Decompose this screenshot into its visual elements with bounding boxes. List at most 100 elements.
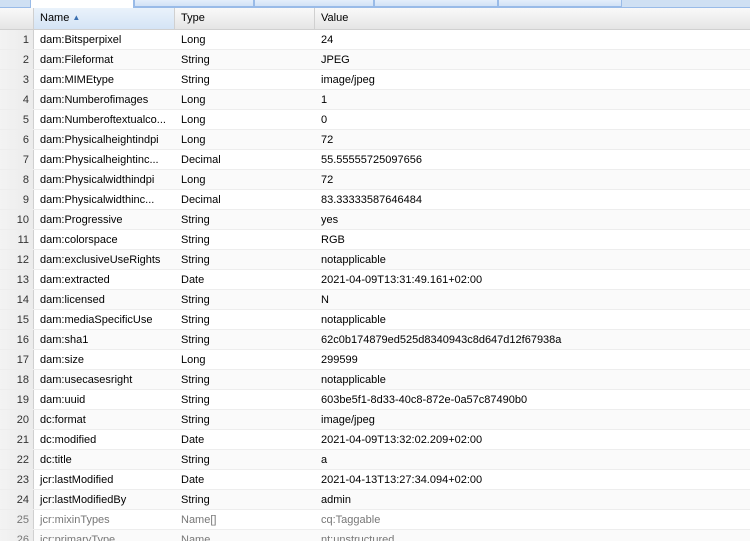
table-row[interactable]: 12 dam:exclusiveUseRights String notapplica…: [0, 250, 750, 270]
table-row[interactable]: 17 dam:size Long 299599: [0, 350, 750, 370]
property-name: dc:format: [40, 414, 86, 426]
tab-2[interactable]: [134, 0, 254, 7]
row-number: 8: [0, 170, 34, 189]
table-row[interactable]: 8 dam:Physicalwidthindpi Long 72: [0, 170, 750, 190]
property-type: String: [181, 414, 210, 426]
table-row[interactable]: 20 dc:format String image/jpeg: [0, 410, 750, 430]
table-row[interactable]: 3 dam:MIMEtype String image/jpeg: [0, 70, 750, 90]
property-value: yes: [321, 214, 339, 226]
table-row[interactable]: 24 jcr:lastModifiedBy String admin: [0, 490, 750, 510]
column-header-name-label: Name: [40, 12, 70, 24]
row-number: 6: [0, 130, 34, 149]
property-name: jcr:primaryType: [40, 534, 116, 541]
property-value: 2021-04-09T13:31:49.161+02:00: [321, 274, 483, 286]
property-type: String: [181, 374, 210, 386]
row-number: 18: [0, 370, 34, 389]
property-value: a: [321, 454, 328, 466]
property-value: image/jpeg: [321, 414, 375, 426]
property-type: Date: [181, 274, 205, 286]
property-name: dam:Bitsperpixel: [40, 34, 122, 46]
property-value: notapplicable: [321, 254, 386, 266]
tab-3[interactable]: [254, 0, 374, 7]
table-row[interactable]: 16 dam:sha1 String 62c0b174879ed525d8340943…: [0, 330, 750, 350]
property-name: dc:modified: [40, 434, 97, 446]
property-type: Decimal: [181, 194, 221, 206]
property-type: Long: [181, 134, 206, 146]
property-type: String: [181, 214, 210, 226]
table-row[interactable]: 11 dam:colorspace String RGB: [0, 230, 750, 250]
property-name: dam:Progressive: [40, 214, 123, 226]
property-type: String: [181, 74, 210, 86]
property-value: image/jpeg: [321, 74, 375, 86]
property-name: dam:mediaSpecificUse: [40, 314, 153, 326]
property-type: Name[]: [181, 514, 217, 526]
property-name: dam:size: [40, 354, 85, 366]
table-row[interactable]: 4 dam:Numberofimages Long 1: [0, 90, 750, 110]
table-row[interactable]: 23 jcr:lastModified Date 2021-04-13T13:27:3…: [0, 470, 750, 490]
property-value: JPEG: [321, 54, 350, 66]
property-type: Long: [181, 354, 206, 366]
row-number: 25: [0, 510, 34, 529]
table-row[interactable]: 1 dam:Bitsperpixel Long 24: [0, 30, 750, 50]
property-value: 1: [321, 94, 328, 106]
property-value: nt:unstructured: [321, 534, 395, 541]
row-number: 12: [0, 250, 34, 269]
property-name: dam:Fileformat: [40, 54, 114, 66]
table-row[interactable]: 19 dam:uuid String 603be5f1-8d33-40c8-872e-…: [0, 390, 750, 410]
table-row[interactable]: 26 jcr:primaryType Name nt:unstructured: [0, 530, 750, 541]
table-row[interactable]: 10 dam:Progressive String yes: [0, 210, 750, 230]
property-value: 2021-04-09T13:32:02.209+02:00: [321, 434, 483, 446]
property-value: 55.55555725097656: [321, 154, 422, 166]
property-type: Name: [181, 534, 211, 541]
table-row[interactable]: 9 dam:Physicalwidthinc... Decimal 83.333335…: [0, 190, 750, 210]
property-type: String: [181, 454, 210, 466]
property-value: RGB: [321, 234, 345, 246]
table-row[interactable]: 22 dc:title String a: [0, 450, 750, 470]
tab-4[interactable]: [374, 0, 498, 7]
column-header-name[interactable]: Name ▲: [34, 8, 175, 29]
property-name: jcr:mixinTypes: [40, 514, 110, 526]
row-number: 5: [0, 110, 34, 129]
property-value: 62c0b174879ed525d8340943c8d647d12f67938a: [321, 334, 562, 346]
property-name: dam:Physicalheightindpi: [40, 134, 159, 146]
property-name: dam:sha1: [40, 334, 89, 346]
column-header-value[interactable]: Value: [315, 8, 750, 29]
sort-ascending-icon: ▲: [72, 13, 81, 22]
table-row[interactable]: 15 dam:mediaSpecificUse String notapplicabl…: [0, 310, 750, 330]
row-number: 2: [0, 50, 34, 69]
property-name: dam:licensed: [40, 294, 105, 306]
row-number: 16: [0, 330, 34, 349]
property-value: 2021-04-13T13:27:34.094+02:00: [321, 474, 483, 486]
table-row[interactable]: 5 dam:Numberoftextualco... Long 0: [0, 110, 750, 130]
table-row[interactable]: 6 dam:Physicalheightindpi Long 72: [0, 130, 750, 150]
property-name: dam:usecasesright: [40, 374, 133, 386]
property-type: Date: [181, 434, 205, 446]
row-number: 4: [0, 90, 34, 109]
row-number: 9: [0, 190, 34, 209]
tab-5[interactable]: [498, 0, 622, 7]
property-type: Decimal: [181, 154, 221, 166]
table-row[interactable]: 7 dam:Physicalheightinc... Decimal 55.55555…: [0, 150, 750, 170]
property-value: 72: [321, 134, 334, 146]
properties-grid: Name ▲ Type Value 1 dam:Bitsperpixel Long 24…: [0, 8, 750, 541]
property-name: dc:title: [40, 454, 72, 466]
property-name: dam:colorspace: [40, 234, 118, 246]
row-number: 7: [0, 150, 34, 169]
table-row[interactable]: 21 dc:modified Date 2021-04-09T13:32:02.209…: [0, 430, 750, 450]
table-row[interactable]: 13 dam:extracted Date 2021-04-09T13:31:49.1…: [0, 270, 750, 290]
property-name: dam:Physicalwidthindpi: [40, 174, 155, 186]
property-name: dam:Numberofimages: [40, 94, 149, 106]
column-header-type[interactable]: Type: [175, 8, 315, 29]
property-type: String: [181, 394, 210, 406]
tab-properties[interactable]: [30, 0, 134, 8]
table-row[interactable]: 25 jcr:mixinTypes Name[] cq:Taggable: [0, 510, 750, 530]
table-row[interactable]: 18 dam:usecasesright String notapplicable: [0, 370, 750, 390]
table-row[interactable]: 14 dam:licensed String N: [0, 290, 750, 310]
property-value: 83.33333587646484: [321, 194, 422, 206]
property-type: String: [181, 334, 210, 346]
table-row[interactable]: 2 dam:Fileformat String JPEG: [0, 50, 750, 70]
row-number: 3: [0, 70, 34, 89]
property-value: notapplicable: [321, 374, 386, 386]
property-type: String: [181, 314, 210, 326]
property-value: notapplicable: [321, 314, 386, 326]
